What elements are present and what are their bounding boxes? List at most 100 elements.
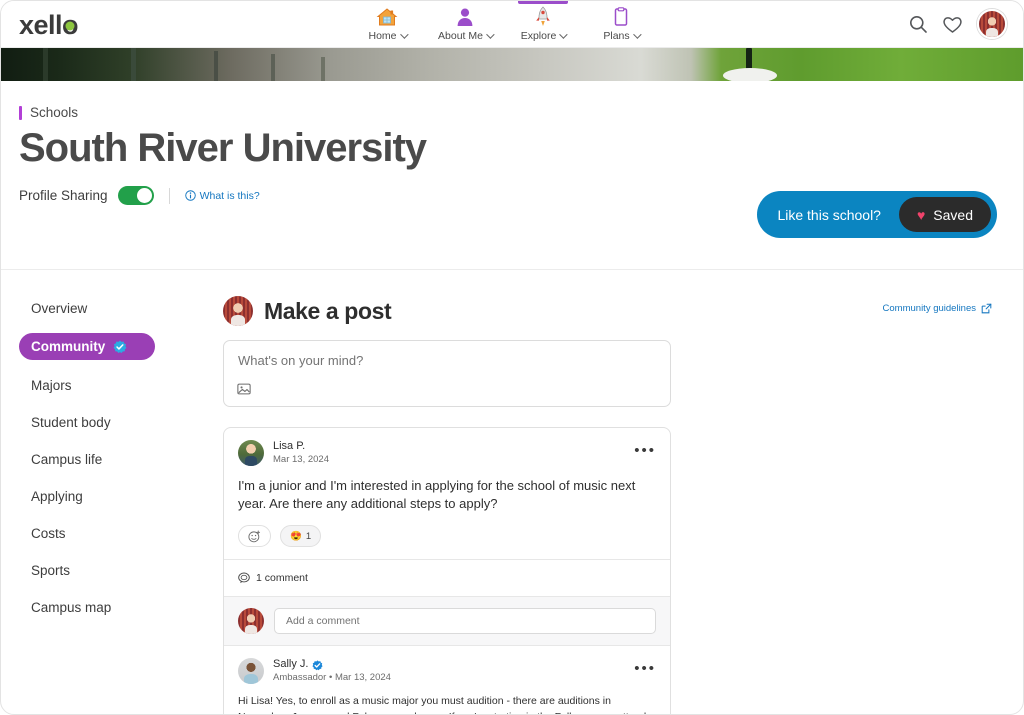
hero-railing-post-5 <box>321 57 325 81</box>
comment-author-avatar-sally <box>238 658 264 685</box>
sidebar-label-community: Community <box>31 339 106 354</box>
sidebar-label-sports: Sports <box>31 562 71 578</box>
chevron-down-icon <box>559 30 568 39</box>
sidebar-item-campus-life[interactable]: Campus life <box>19 447 223 471</box>
sidebar-item-applying[interactable]: Applying <box>19 484 223 508</box>
post-more-options-icon[interactable]: ••• <box>634 443 656 458</box>
what-is-this-label: What is this? <box>199 189 260 202</box>
comment-count-row[interactable]: 1 comment <box>224 559 670 596</box>
nav-item-explore[interactable]: Explore <box>504 1 582 48</box>
sidebar-item-overview[interactable]: Overview <box>19 296 223 320</box>
section-sidebar: Overview Community Majors Student body C… <box>1 296 223 714</box>
sidebar-label-majors: Majors <box>31 377 72 393</box>
post-reactions: 😍 1 <box>238 525 656 548</box>
hero-railing-post-3 <box>214 51 218 81</box>
external-link-icon <box>981 303 992 314</box>
sidebar-label-campus-map: Campus map <box>31 599 112 615</box>
sidebar-item-campus-map[interactable]: Campus map <box>19 595 223 619</box>
nav-label-plans: Plans <box>603 30 642 42</box>
reaction-chip-heart-eyes[interactable]: 😍 1 <box>280 525 322 548</box>
heart-icon[interactable] <box>942 15 963 34</box>
image-icon[interactable] <box>237 382 251 396</box>
logo-o-dot: o <box>62 10 79 40</box>
add-comment-input[interactable]: Add a comment <box>274 608 656 635</box>
sidebar-label-overview: Overview <box>31 300 88 316</box>
nav-item-about-me[interactable]: About Me <box>426 1 504 48</box>
post-card: Lisa P. Mar 13, 2024 ••• I'm a junior an… <box>223 427 671 714</box>
breadcrumb-label: Schools <box>30 105 79 120</box>
sidebar-item-community[interactable]: Community <box>19 333 155 360</box>
comment-author-name-wrap: Sally J. <box>273 658 391 672</box>
sidebar-label-applying: Applying <box>31 488 83 504</box>
comment-more-options-icon[interactable]: ••• <box>634 661 656 676</box>
saved-button[interactable]: ♥ Saved <box>898 197 991 232</box>
top-navigation-bar: xell o Home About Me Explore Plans <box>1 1 1023 48</box>
breadcrumb-accent-bar <box>19 105 22 120</box>
verified-badge-icon <box>312 660 324 671</box>
comment-date: Mar 13, 2024 <box>334 672 391 683</box>
content-area: Overview Community Majors Student body C… <box>1 270 1023 714</box>
community-guidelines-link[interactable]: Community guidelines <box>883 303 992 314</box>
post-composer[interactable]: What's on your mind? <box>223 340 671 407</box>
hero-lamp-base <box>723 68 777 81</box>
profile-sharing-toggle[interactable] <box>117 186 154 205</box>
comment-count: 1 comment <box>238 572 656 584</box>
what-is-this-link[interactable]: What is this? <box>184 189 260 202</box>
app-window: xell o Home About Me Explore Plans Schoo… <box>0 0 1024 715</box>
like-school-banner[interactable]: Like this school? ♥ Saved <box>757 191 997 238</box>
house-icon <box>376 6 398 28</box>
add-reaction-icon[interactable] <box>238 525 271 548</box>
page-title: South River University <box>19 126 427 170</box>
person-icon <box>455 6 475 28</box>
reaction-count: 1 <box>305 530 312 542</box>
logo-text: xell <box>19 10 63 40</box>
nav-right-actions <box>908 9 1007 39</box>
like-school-prompt: Like this school? <box>777 206 881 223</box>
hero-railing-post-4 <box>271 54 275 81</box>
sidebar-label-campus-life: Campus life <box>31 451 103 467</box>
comment-bubble-icon <box>238 572 250 584</box>
user-avatar[interactable] <box>977 9 1007 39</box>
clipboard-icon <box>612 6 630 28</box>
sidebar-item-majors[interactable]: Majors <box>19 373 223 397</box>
sidebar-item-costs[interactable]: Costs <box>19 521 223 545</box>
nav-item-home[interactable]: Home <box>348 1 426 48</box>
comment-author-avatar <box>238 608 264 635</box>
add-comment-row: Add a comment <box>224 596 670 646</box>
hero-banner-image <box>1 48 1023 81</box>
make-a-post-title: Make a post <box>264 297 392 324</box>
post-text: I'm a junior and I'm interested in apply… <box>238 477 636 512</box>
make-a-post-header: Make a post Community guidelines <box>223 296 999 326</box>
post-main: Lisa P. Mar 13, 2024 ••• I'm a junior an… <box>224 428 670 559</box>
chevron-down-icon <box>632 30 642 39</box>
comment-count-label: 1 comment <box>256 572 308 585</box>
post-author-row: Lisa P. Mar 13, 2024 ••• <box>238 440 656 467</box>
main-nav-items: Home About Me Explore Plans <box>348 1 660 48</box>
comment-item: Sally J. Ambassador • Mar 13, 2024 ••• H… <box>224 645 670 714</box>
post-author-name: Lisa P. <box>273 440 306 452</box>
nav-label-about-me: About Me <box>438 30 495 42</box>
comment-author-role: Ambassador <box>273 672 327 683</box>
community-guidelines-label: Community guidelines <box>882 303 976 314</box>
verified-badge-icon <box>113 340 127 354</box>
post-date: Mar 13, 2024 <box>273 453 329 465</box>
rocket-icon <box>534 6 552 28</box>
breadcrumb[interactable]: Schools <box>19 105 1023 120</box>
sidebar-item-sports[interactable]: Sports <box>19 558 223 582</box>
xello-logo[interactable]: xell o <box>19 10 79 41</box>
toggle-knob <box>136 188 152 203</box>
meta-separator: • <box>328 672 333 683</box>
nav-item-plans[interactable]: Plans <box>582 1 660 48</box>
search-icon[interactable] <box>908 14 928 34</box>
heart-filled-icon: ♥ <box>916 206 926 223</box>
chevron-down-icon <box>399 30 409 39</box>
info-icon <box>184 190 196 201</box>
post-composer-placeholder: What's on your mind? <box>238 353 364 368</box>
community-feed: Make a post Community guidelines What's … <box>223 296 1023 714</box>
nav-label-explore: Explore <box>521 30 568 42</box>
sidebar-item-student-body[interactable]: Student body <box>19 410 223 434</box>
saved-label: Saved <box>933 206 973 223</box>
comment-author-row: Sally J. Ambassador • Mar 13, 2024 ••• <box>238 658 656 685</box>
nav-label-home: Home <box>368 30 409 42</box>
comment-author-name: Sally J. <box>273 658 309 671</box>
